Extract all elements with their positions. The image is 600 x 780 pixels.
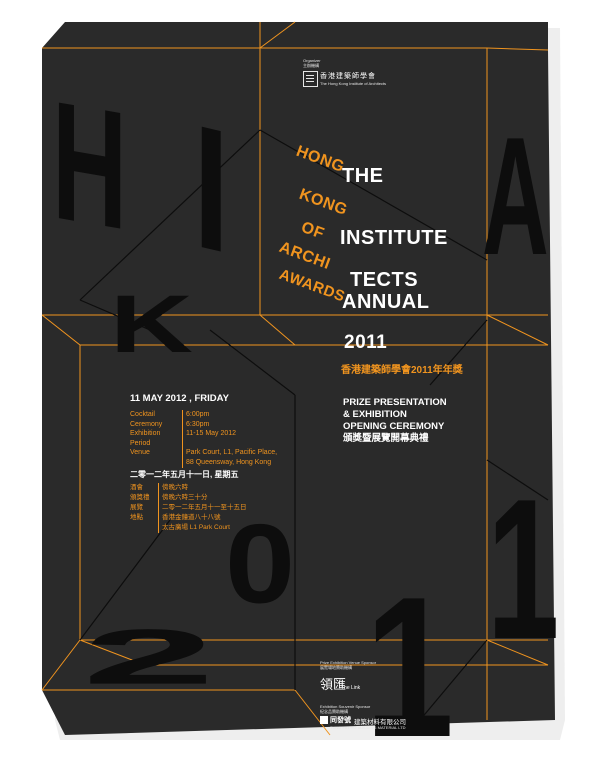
- title-tects: TECTS: [350, 269, 419, 291]
- event-row-value-zh: 香港金鐘道八十八號: [158, 513, 221, 523]
- event-row-label: Cocktail: [130, 411, 155, 418]
- event-row-label-zh: [130, 523, 158, 533]
- event-row-zh: 太古廣場 L1 Park Court: [130, 523, 247, 533]
- title-the: THE: [342, 165, 384, 187]
- event-row-label: [130, 458, 182, 468]
- big-letter-i: I: [193, 88, 230, 292]
- big-letter-1-right: 1: [487, 458, 560, 681]
- event-row-label: Venue: [130, 449, 150, 457]
- big-letter-h: H: [52, 65, 128, 266]
- event-row-label-zh: 展覽: [130, 504, 143, 511]
- organizer-label-zh: 主辦機構: [303, 63, 319, 68]
- event-row-value-zh: 傍晚六時: [158, 483, 188, 493]
- organizer-name-zh: 香港建築師學會: [320, 73, 376, 80]
- title-annual: ANNUAL: [342, 291, 430, 313]
- prize-chinese: 頒獎暨展覽開幕典禮: [343, 433, 429, 444]
- event-row-value-zh: 二零一二年五月十一至十五日: [158, 503, 247, 513]
- company-name-zh: 同發號: [330, 717, 351, 724]
- prize-line-1: PRIZE PRESENTATION: [343, 397, 447, 408]
- event-row-value: 6:00pm: [182, 410, 209, 420]
- event-row-label: Ceremony: [130, 420, 163, 428]
- event-row-label-zh: 地點: [130, 514, 143, 521]
- poster: H I A K 2 0 1 1 Organizer 主辦機構 香港建築師學會 T…: [0, 0, 600, 780]
- event-date-zh: 二零一二年五月十一日, 星期五: [130, 470, 239, 479]
- event-row-zh: 地點 香港金鐘道八十八號: [130, 513, 247, 523]
- event-row: Venue Park Court, L1, Pacific Place,: [130, 448, 277, 458]
- organizer-name-en: The Hong Kong Institute of Architects: [320, 81, 387, 86]
- prize-line-3: OPENING CEREMONY: [343, 421, 445, 432]
- prize-line-2: & EXHIBITION: [343, 409, 407, 420]
- event-row-value: 88 Queensway, Hong Kong: [182, 457, 271, 468]
- company-name-en: TUNG FAT HO BUILDING MATERIAL LTD: [330, 725, 406, 730]
- event-details-table-zh: 酒會 傍晚六時 頒獎禮 傍晚六時三十分 展覽 二零一二年五月十一至十五日 地點 …: [130, 483, 247, 533]
- event-row-zh: 頒獎禮 傍晚六時三十分: [130, 493, 247, 503]
- event-row-label-zh: 頒獎禮: [130, 494, 150, 501]
- event-date: 11 MAY 2012 , FRIDAY: [130, 393, 229, 404]
- event-row-label-zh: 酒會: [130, 484, 143, 491]
- big-letter-2: 2: [82, 613, 216, 701]
- big-letter-1-middle: 1: [365, 556, 454, 779]
- big-letter-a: A: [482, 102, 549, 290]
- event-row-zh: 酒會 傍晚六時: [130, 483, 247, 493]
- venue-sponsor-label-zh: 展覽場地贊助機構: [320, 665, 352, 670]
- big-letter-k: K: [110, 279, 193, 370]
- event-row-value: 6:30pm: [182, 419, 209, 430]
- hkia-logo-icon: [303, 71, 318, 87]
- the-link-logo-en: The Link: [341, 685, 361, 691]
- event-details-table: Cocktail 6:00pm Ceremony 6:30pm Exhibiti…: [130, 410, 277, 468]
- event-row-value-zh: 傍晚六時三十分: [158, 493, 208, 503]
- event-row-value: Park Court, L1, Pacific Place,: [182, 448, 277, 458]
- event-row: 88 Queensway, Hong Kong: [130, 457, 277, 468]
- event-row: Cocktail 6:00pm: [130, 410, 277, 420]
- event-row: Ceremony 6:30pm: [130, 419, 277, 430]
- event-row-label: Exhibition Period: [130, 430, 161, 447]
- event-row-value: 11-15 May 2012: [182, 429, 236, 449]
- tung-fat-ho-logo-icon: [320, 716, 328, 724]
- event-row-zh: 展覽 二零一二年五月十一至十五日: [130, 503, 247, 513]
- title-chinese: 香港建築師學會2011年年獎: [341, 365, 463, 376]
- event-row: Exhibition Period 11-15 May 2012: [130, 429, 277, 449]
- title-institute: INSTITUTE: [340, 227, 448, 249]
- event-row-value-zh: 太古廣場 L1 Park Court: [158, 523, 230, 533]
- title-year: 2011: [344, 332, 388, 353]
